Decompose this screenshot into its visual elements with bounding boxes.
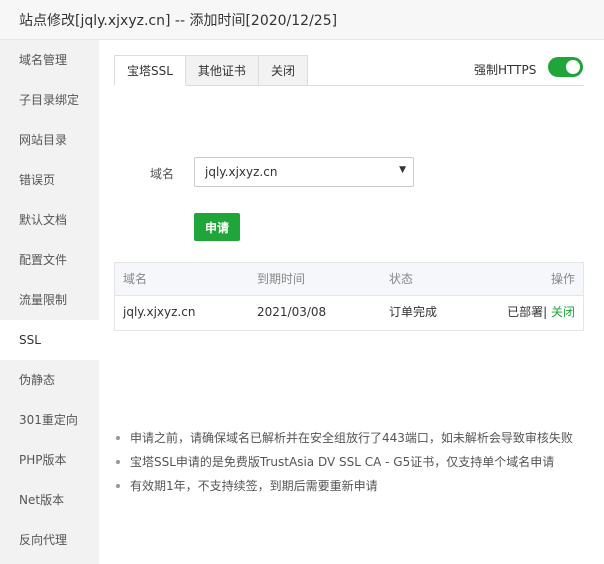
row-expiry: 2021/03/08 xyxy=(257,305,327,319)
note-text: 有效期1年，不支持续签，到期后需要重新申请 xyxy=(130,479,378,493)
tab-other-certificate[interactable]: 其他证书 xyxy=(185,55,259,86)
bullet-icon xyxy=(116,460,120,464)
sidebar-item-php-version[interactable]: PHP版本 xyxy=(0,440,99,480)
site-settings-window: 站点修改[jqly.xjxyz.cn] -- 添加时间[2020/12/25] … xyxy=(0,0,604,564)
row-domain: jqly.xjxyz.cn xyxy=(123,305,196,319)
domain-label: 域名 xyxy=(150,167,175,181)
close-link[interactable]: 关闭 xyxy=(547,305,575,319)
apply-button[interactable]: 申请 xyxy=(194,213,240,241)
ssl-tabs: 宝塔SSL 其他证书 关闭 xyxy=(114,55,308,86)
title-bar[interactable]: 站点修改[jqly.xjxyz.cn] -- 添加时间[2020/12/25] xyxy=(0,0,604,40)
row-status: 订单完成 xyxy=(389,305,438,319)
domain-select-value: jqly.xjxyz.cn xyxy=(205,165,278,179)
note-text: 申请之前，请确保域名已解析并在安全组放行了443端口，如未解析会导致审核失败 xyxy=(130,431,573,445)
table-header: 域名 到期时间 状态 操作 xyxy=(115,263,583,296)
list-item: 宝塔SSL申请的是免费版TrustAsia DV SSL CA - G5证书，仅… xyxy=(116,450,596,474)
sidebar-item-config-file[interactable]: 配置文件 xyxy=(0,240,99,280)
header-domain: 域名 xyxy=(123,272,148,286)
sidebar-item-subdirectory-binding[interactable]: 子目录绑定 xyxy=(0,80,99,120)
caret-down-icon: ▼ xyxy=(399,165,406,175)
sidebar-item-net-version[interactable]: Net版本 xyxy=(0,480,99,520)
notes-list: 申请之前，请确保域名已解析并在安全组放行了443端口，如未解析会导致审核失败 宝… xyxy=(116,426,596,498)
sidebar-item-error-page[interactable]: 错误页 xyxy=(0,160,99,200)
sidebar-item-domain-management[interactable]: 域名管理 xyxy=(0,40,99,80)
sidebar-item-rewrite[interactable]: 伪静态 xyxy=(0,360,99,400)
force-https-label: 强制HTTPS xyxy=(474,63,537,77)
domain-select[interactable]: jqly.xjxyz.cn ▼ xyxy=(194,157,414,187)
ssl-panel: 宝塔SSL 其他证书 关闭 强制HTTPS 域名 jqly.xjxyz.cn ▼… xyxy=(99,40,604,564)
sidebar-item-ssl[interactable]: SSL xyxy=(0,320,99,360)
tab-close[interactable]: 关闭 xyxy=(258,55,308,86)
list-item: 有效期1年，不支持续签，到期后需要重新申请 xyxy=(116,474,596,498)
certificate-table: 域名 到期时间 状态 操作 jqly.xjxyz.cn 2021/03/08 订… xyxy=(114,262,584,331)
table-row: jqly.xjxyz.cn 2021/03/08 订单完成 已部署| 关闭 xyxy=(115,296,583,330)
sidebar-item-301-redirect[interactable]: 301重定向 xyxy=(0,400,99,440)
deployed-label: 已部署 xyxy=(507,305,544,319)
header-actions: 操作 xyxy=(550,272,575,286)
sidebar: 域名管理 子目录绑定 网站目录 错误页 默认文档 配置文件 流量限制 SSL 伪… xyxy=(0,40,99,564)
sidebar-item-traffic-limit[interactable]: 流量限制 xyxy=(0,280,99,320)
tab-baota-ssl[interactable]: 宝塔SSL xyxy=(114,55,186,86)
header-status: 状态 xyxy=(389,272,414,286)
bullet-icon xyxy=(116,436,120,440)
row-actions: 已部署| 关闭 xyxy=(507,296,575,329)
sidebar-item-site-directory[interactable]: 网站目录 xyxy=(0,120,99,160)
force-https-toggle[interactable] xyxy=(548,57,583,77)
note-text: 宝塔SSL申请的是免费版TrustAsia DV SSL CA - G5证书，仅… xyxy=(130,455,555,469)
sidebar-item-reverse-proxy[interactable]: 反向代理 xyxy=(0,520,99,560)
list-item: 申请之前，请确保域名已解析并在安全组放行了443端口，如未解析会导致审核失败 xyxy=(116,426,596,450)
toggle-knob xyxy=(566,60,580,74)
sidebar-item-default-document[interactable]: 默认文档 xyxy=(0,200,99,240)
bullet-icon xyxy=(116,484,120,488)
window-title: 站点修改[jqly.xjxyz.cn] -- 添加时间[2020/12/25] xyxy=(19,13,338,29)
header-expiry: 到期时间 xyxy=(257,272,306,286)
